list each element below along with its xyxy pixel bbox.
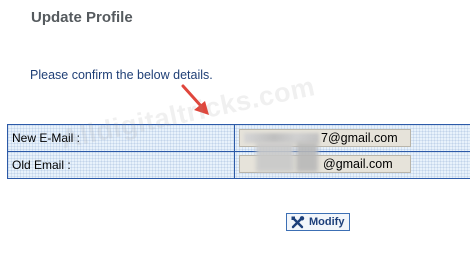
new-email-label: New E-Mail : (12, 131, 81, 145)
modify-label: Modify (309, 216, 345, 228)
old-email-value: @gmail.com (323, 157, 393, 171)
new-email-row: New E-Mail : 7@gmail.com (8, 125, 470, 152)
details-table: New E-Mail : 7@gmail.com Old Email : @gm… (7, 124, 470, 179)
blurred-email-username (256, 142, 294, 172)
old-email-field[interactable]: @gmail.com (239, 142, 411, 173)
old-email-row: Old Email : @gmail.com (8, 142, 470, 178)
old-email-label: Old Email : (12, 158, 71, 172)
page-title: Update Profile (31, 9, 133, 26)
tools-icon (291, 215, 305, 228)
modify-button[interactable]: Modify (286, 213, 351, 231)
blurred-email-username-2 (296, 142, 318, 172)
new-email-value: 7@gmail.com (321, 131, 398, 145)
red-arrow-icon (181, 84, 209, 115)
confirm-instruction: Please confirm the below details. (30, 68, 213, 82)
